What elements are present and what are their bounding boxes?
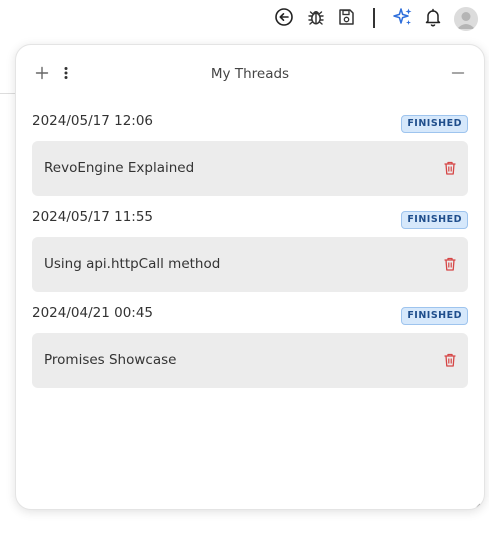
thread-date: 2024/05/17 12:06 <box>32 113 154 129</box>
threads-panel: My Threads 2024/05/17 12:06 FINISHED Rev… <box>15 44 485 510</box>
back-icon[interactable] <box>271 4 297 30</box>
bell-icon[interactable] <box>420 4 446 30</box>
thread-title: Using api.httpCall method <box>44 256 221 272</box>
thread-title: Promises Showcase <box>44 352 177 368</box>
thread-title: RevoEngine Explained <box>44 160 195 176</box>
thread-item[interactable]: Using api.httpCall method <box>32 237 468 292</box>
thread-item[interactable]: RevoEngine Explained <box>32 141 468 196</box>
bug-icon[interactable] <box>303 4 329 30</box>
avatar[interactable] <box>454 7 478 31</box>
panel-title: My Threads <box>210 66 290 82</box>
delete-trash-icon[interactable] <box>442 160 458 176</box>
panel-header: My Threads <box>16 45 484 105</box>
thread-date: 2024/04/21 00:45 <box>32 305 154 321</box>
page-divider <box>0 93 16 94</box>
delete-trash-icon[interactable] <box>442 352 458 368</box>
thread-item[interactable]: Promises Showcase <box>32 333 468 388</box>
resize-handle-icon[interactable] <box>471 496 481 509</box>
top-toolbar <box>0 4 489 32</box>
save-icon[interactable] <box>333 4 359 30</box>
thread-date: 2024/05/17 11:55 <box>32 209 154 225</box>
toolbar-separator <box>373 8 375 28</box>
status-badge: FINISHED <box>401 211 468 229</box>
sparkle-icon[interactable] <box>390 4 416 30</box>
status-badge: FINISHED <box>401 307 468 325</box>
minimize-icon[interactable] <box>450 65 466 81</box>
status-badge: FINISHED <box>401 115 468 133</box>
delete-trash-icon[interactable] <box>442 256 458 272</box>
